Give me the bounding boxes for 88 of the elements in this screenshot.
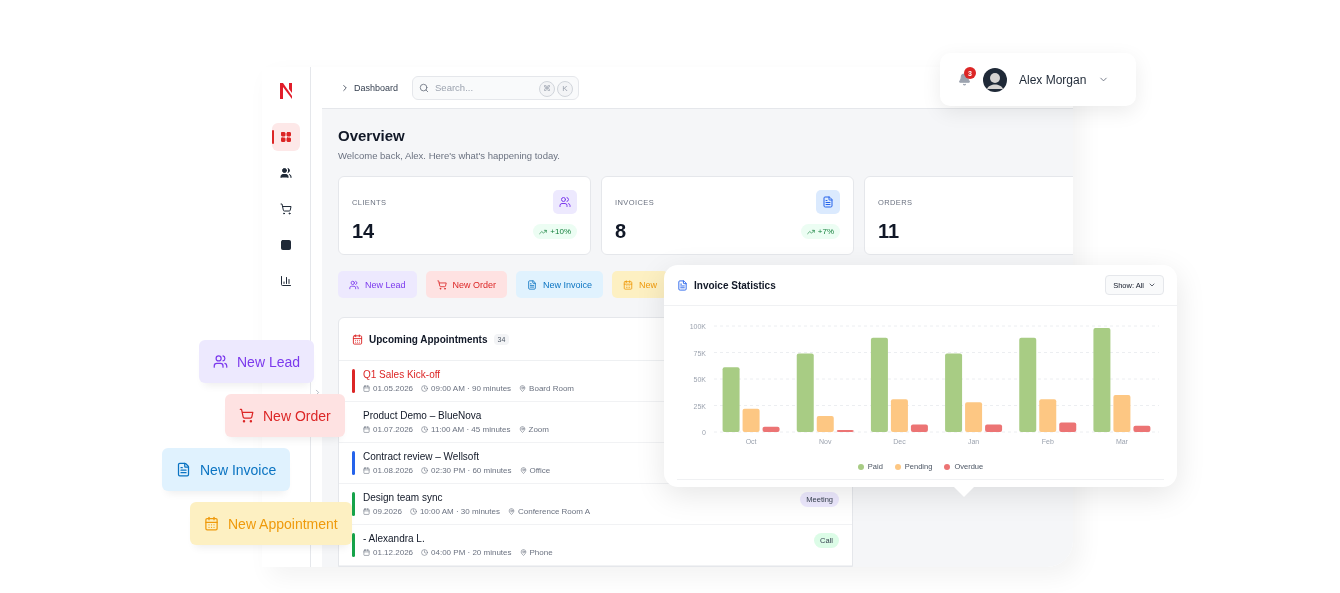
calendar-icon xyxy=(363,549,370,556)
chevron-right-icon xyxy=(340,82,350,93)
bar xyxy=(1113,394,1131,432)
bar xyxy=(816,416,834,432)
pin-icon xyxy=(519,549,527,556)
document-icon xyxy=(822,196,834,208)
appointment-title[interactable]: Q1 Sales Kick-off xyxy=(363,369,441,380)
card-title: Invoice Statistics xyxy=(694,279,777,291)
logo-icon xyxy=(279,81,293,101)
appointment-date: 01.05.2026 xyxy=(373,384,414,393)
appointment-title[interactable]: Design team sync xyxy=(363,492,443,503)
trend-up-icon xyxy=(539,227,548,236)
appointment-location: Phone xyxy=(529,548,553,557)
stat-value: 14 xyxy=(352,220,375,243)
bar xyxy=(722,367,740,432)
document-icon xyxy=(527,279,538,290)
appointment-time: 09:00 AM · 90 minutes xyxy=(431,384,512,393)
change-badge: +7% xyxy=(800,224,840,239)
floating-action-button[interactable]: New Lead xyxy=(199,340,315,383)
page-subtitle: Welcome back, Alex. Here's what's happening today. xyxy=(338,150,561,161)
pin-icon xyxy=(519,385,527,392)
bar xyxy=(910,424,928,432)
calendar-icon xyxy=(623,279,634,290)
calendar-icon xyxy=(363,467,370,474)
cart-icon xyxy=(239,408,254,423)
appointment-title[interactable]: - Alexandra L. xyxy=(363,533,425,544)
quick-action-button[interactable]: New Lead xyxy=(338,271,417,298)
pin-icon xyxy=(519,467,527,474)
quick-action-button[interactable]: New Order xyxy=(425,271,508,298)
appointment-title[interactable]: Contract review – Wellsoft xyxy=(363,451,479,462)
cart-icon xyxy=(280,203,292,215)
appointment-date: 09.2026 xyxy=(373,507,402,516)
users-icon xyxy=(559,196,571,208)
clock-icon xyxy=(421,467,429,474)
bar xyxy=(762,426,780,432)
stat-value: 8 xyxy=(615,220,627,243)
calendar-icon xyxy=(363,508,370,515)
appointment-title[interactable]: Product Demo – BlueNova xyxy=(363,410,482,421)
bar xyxy=(985,424,1003,432)
appointment-date: 01.12.2026 xyxy=(373,548,414,557)
appointment-location: Office xyxy=(529,466,551,475)
bar xyxy=(890,399,908,432)
appointment-location: Board Room xyxy=(529,384,574,393)
appointment-location: Zoom xyxy=(528,425,549,434)
calendar-icon xyxy=(363,426,370,433)
users-icon xyxy=(280,167,292,179)
bar xyxy=(1059,422,1077,432)
appointment-location: Conference Room A xyxy=(517,507,590,516)
search-icon xyxy=(419,82,430,93)
bar xyxy=(742,408,760,432)
user-name[interactable]: Alex Morgan xyxy=(1019,72,1087,87)
calendar-icon xyxy=(204,516,219,531)
appointment-time: 11:00 AM · 45 minutes xyxy=(431,425,511,434)
floating-action-button[interactable]: New Invoice xyxy=(162,448,291,491)
document-icon xyxy=(677,279,688,291)
appointment-time: 02:30 PM · 60 minutes xyxy=(431,466,512,475)
page-title: Overview xyxy=(338,127,406,144)
appointment-time: 04:00 PM · 20 minutes xyxy=(431,548,512,557)
trend-up-icon xyxy=(806,227,815,236)
clock-icon xyxy=(421,426,429,433)
appointment-date: 01.08.2026 xyxy=(373,466,414,475)
card-title: Upcoming Appointments xyxy=(369,333,488,345)
stat-value: 11 xyxy=(878,220,900,243)
clock-icon xyxy=(409,508,417,515)
calendar-icon xyxy=(352,333,363,345)
quick-action-button[interactable]: New Invoice xyxy=(516,271,604,298)
avatar xyxy=(983,67,1007,92)
pin-icon xyxy=(518,426,526,433)
users-icon xyxy=(349,279,359,290)
bar xyxy=(836,429,854,432)
pin-icon xyxy=(507,508,515,515)
floating-action-button[interactable]: New Order xyxy=(225,394,345,437)
clock-icon xyxy=(421,549,429,556)
appointment-time: 10:00 AM · 30 minutes xyxy=(419,507,500,516)
bar xyxy=(1133,425,1151,432)
appointment-date: 01.07.2026 xyxy=(373,425,414,434)
breadcrumb[interactable]: Dashboard xyxy=(340,82,399,93)
cart-icon xyxy=(436,279,447,290)
bar xyxy=(1039,399,1057,432)
bar xyxy=(965,402,983,432)
clock-icon xyxy=(421,385,429,392)
change-badge: +10% xyxy=(533,224,577,239)
bar-chart-icon xyxy=(280,275,292,287)
calendar-icon xyxy=(363,385,370,392)
grid-icon xyxy=(280,131,292,143)
users-icon xyxy=(213,354,228,369)
document-icon xyxy=(176,462,191,477)
chevron-down-icon xyxy=(1148,281,1156,289)
